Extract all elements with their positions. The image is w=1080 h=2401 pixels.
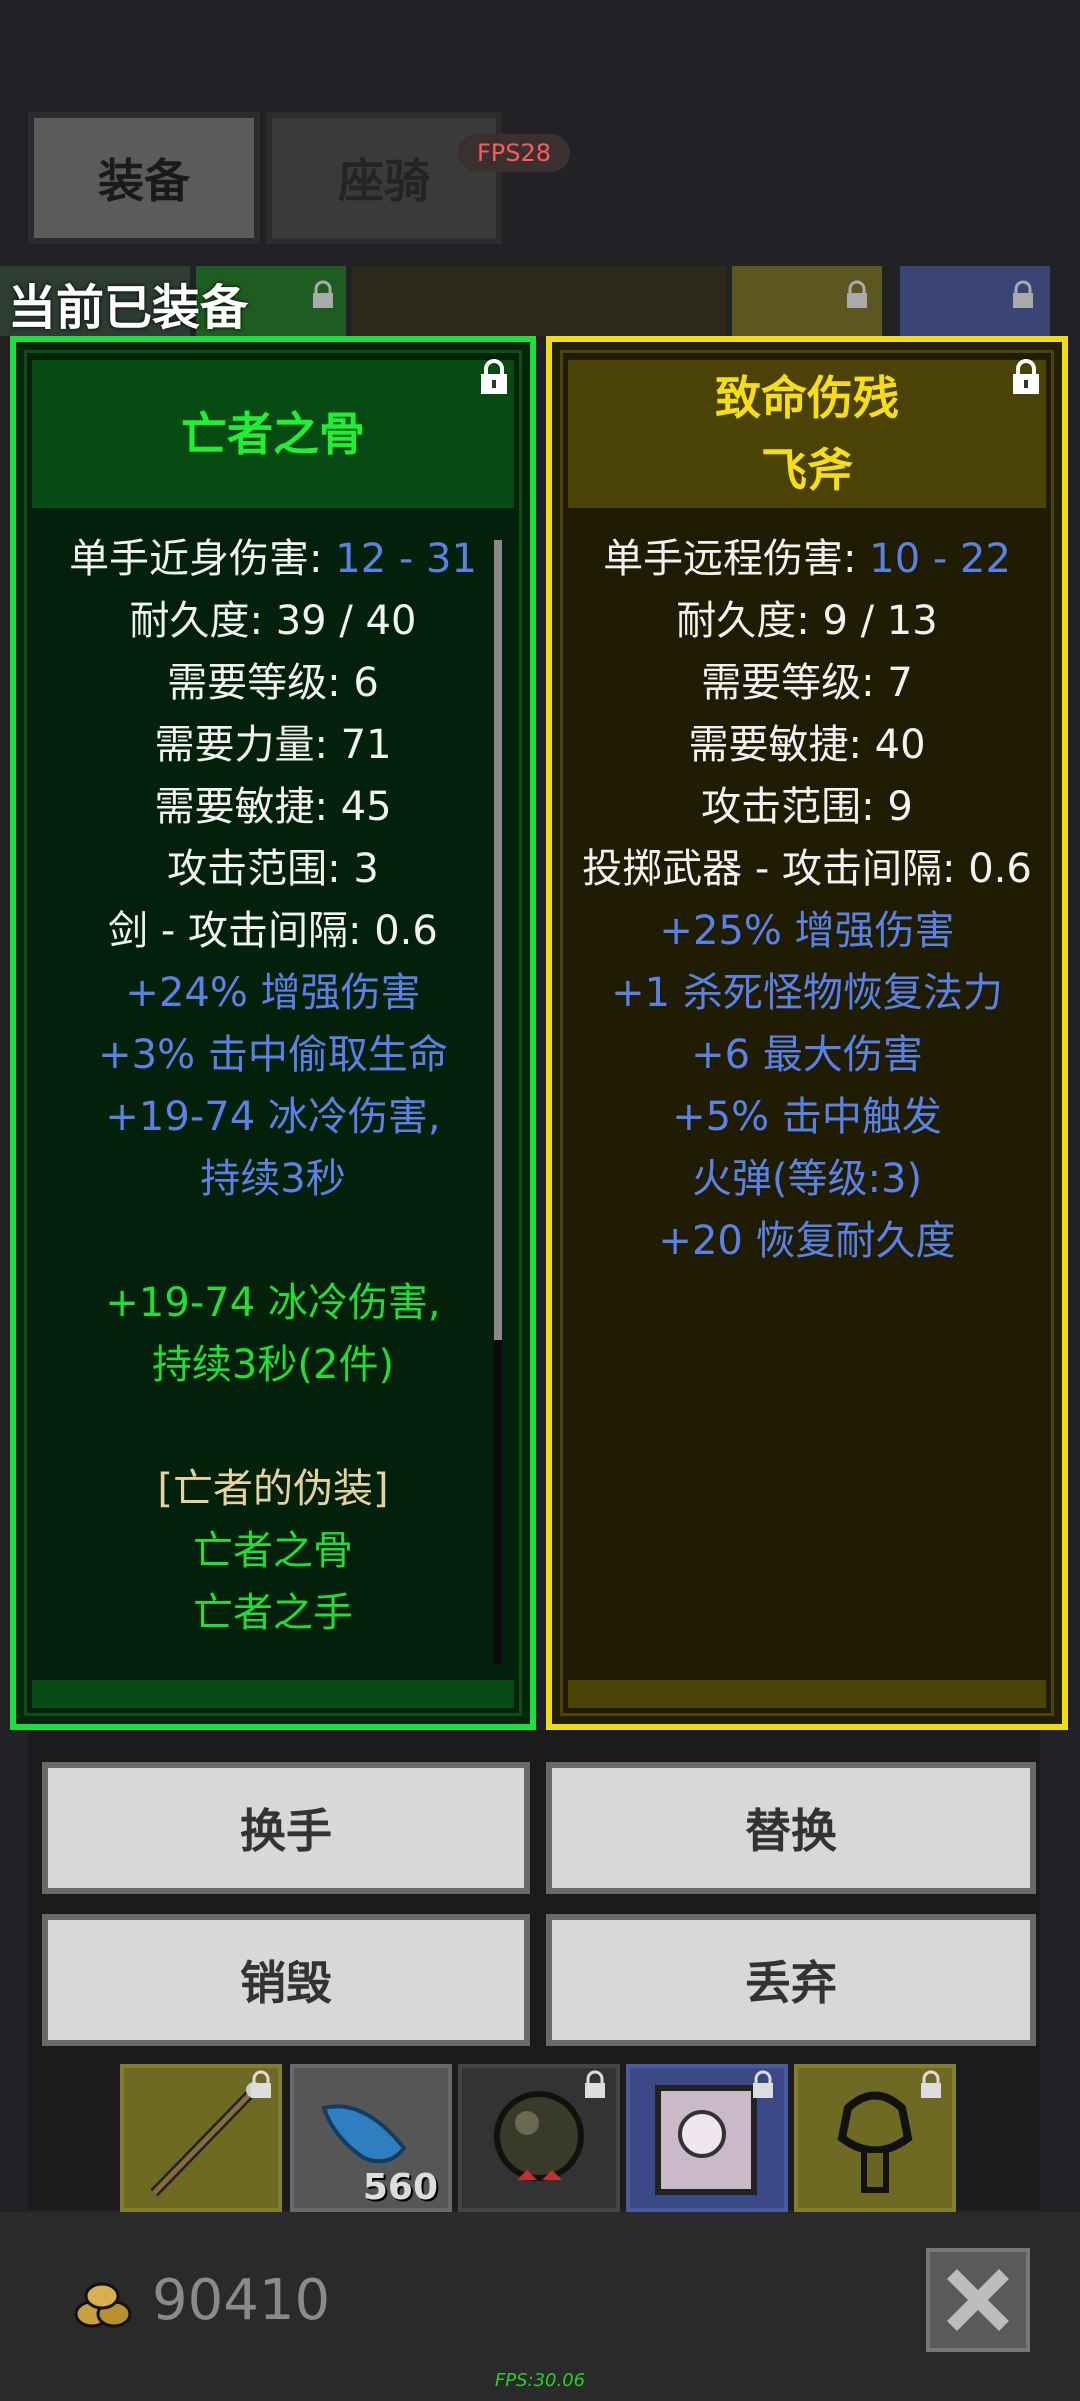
item-stats: 单手近身伤害: 12 - 31 耐久度: 39 / 40 需要等级: 6 需要力量: … bbox=[16, 528, 530, 1644]
stat-text: +24% 增强伤害 bbox=[125, 970, 421, 1016]
inventory-slot[interactable]: 560 bbox=[290, 2064, 452, 2212]
stat-text: +1 杀死怪物恢复法力 bbox=[611, 970, 1003, 1016]
stat-line: 单手近身伤害: 12 - 31 bbox=[16, 528, 530, 590]
destroy-button[interactable]: 销毁 bbox=[42, 1914, 530, 2046]
item-title-box: 致命伤残 飞斧 bbox=[568, 360, 1046, 508]
stat-line: 耐久度: 39 / 40 bbox=[16, 590, 530, 652]
lock-icon bbox=[313, 280, 333, 308]
stat-text: 持续3秒(2件) bbox=[151, 1342, 395, 1388]
stat-text: 攻击范围: 3 bbox=[167, 846, 379, 892]
stat-text: +6 最大伤害 bbox=[691, 1032, 923, 1078]
stat-text: 耐久度: 9 / 13 bbox=[676, 598, 938, 644]
stat-text: 单手远程伤害: bbox=[603, 536, 870, 582]
swap-hand-button[interactable]: 换手 bbox=[42, 1762, 530, 1894]
stat-line: 亡者之手 bbox=[16, 1582, 530, 1644]
fps-badge: FPS28 bbox=[458, 134, 570, 172]
stat-text: +20 恢复耐久度 bbox=[658, 1218, 956, 1264]
stat-line: 单手远程伤害: 10 - 22 bbox=[552, 528, 1062, 590]
discard-button[interactable]: 丢弃 bbox=[546, 1914, 1036, 2046]
lock-icon[interactable] bbox=[478, 358, 510, 396]
lock-icon bbox=[1013, 280, 1033, 308]
stat-text: 需要力量: 71 bbox=[154, 722, 392, 768]
stat-text: 10 - 22 bbox=[869, 536, 1011, 582]
stat-line: +5% 击中触发 bbox=[552, 1086, 1062, 1148]
stat-line: 持续3秒 bbox=[16, 1148, 530, 1210]
stat-line: 需要敏捷: 40 bbox=[552, 714, 1062, 776]
close-icon bbox=[947, 2269, 1009, 2331]
stat-line: +19-74 冰冷伤害, bbox=[16, 1272, 530, 1334]
stat-text: 投掷武器 - 攻击间隔: 0.6 bbox=[582, 846, 1032, 892]
panel-foot bbox=[32, 1680, 514, 1708]
stat-text: 耐久度: 39 / 40 bbox=[129, 598, 417, 644]
stat-text: 12 - 31 bbox=[335, 536, 477, 582]
stat-text: +25% 增强伤害 bbox=[659, 908, 955, 954]
stat-line: 需要力量: 71 bbox=[16, 714, 530, 776]
item-count: 560 bbox=[362, 2167, 438, 2208]
stat-text: +19-74 冰冷伤害, bbox=[105, 1280, 441, 1326]
stat-line: 攻击范围: 3 bbox=[16, 838, 530, 900]
strip-bg-slot bbox=[352, 266, 726, 336]
stat-text: 亡者之骨 bbox=[193, 1528, 353, 1574]
stat-line: 持续3秒(2件) bbox=[16, 1334, 530, 1396]
fps-footer: FPS:30.06 bbox=[494, 2370, 586, 2391]
stat-line: +19-74 冰冷伤害, bbox=[16, 1086, 530, 1148]
stat-line: +6 最大伤害 bbox=[552, 1024, 1062, 1086]
lock-icon bbox=[921, 2070, 941, 2098]
stat-text: 需要等级: 7 bbox=[701, 660, 913, 706]
stat-text: 火弹(等级:3) bbox=[691, 1156, 923, 1202]
stat-line: 攻击范围: 9 bbox=[552, 776, 1062, 838]
gold-amount: 90410 bbox=[152, 2268, 331, 2333]
stat-line: 需要敏捷: 45 bbox=[16, 776, 530, 838]
stat-text: 单手近身伤害: bbox=[69, 536, 336, 582]
stat-line: +3% 击中偷取生命 bbox=[16, 1024, 530, 1086]
close-button[interactable] bbox=[926, 2248, 1030, 2352]
lock-icon bbox=[251, 2070, 271, 2098]
replace-button[interactable]: 替换 bbox=[546, 1762, 1036, 1894]
lock-icon[interactable] bbox=[1010, 358, 1042, 396]
stat-line: [亡者的伪装] bbox=[16, 1458, 530, 1520]
stat-line: 亡者之骨 bbox=[16, 1520, 530, 1582]
stat-line: +24% 增强伤害 bbox=[16, 962, 530, 1024]
stat-text: 攻击范围: 9 bbox=[701, 784, 913, 830]
lock-icon bbox=[847, 280, 867, 308]
tab-mount[interactable]: 座骑 bbox=[266, 112, 502, 244]
stat-text: [亡者的伪装] bbox=[157, 1466, 389, 1512]
item-title-box: 亡者之骨 bbox=[32, 360, 514, 508]
stat-text: 剑 - 攻击间隔: 0.6 bbox=[108, 908, 438, 954]
lock-icon bbox=[585, 2070, 605, 2098]
stat-line: +25% 增强伤害 bbox=[552, 900, 1062, 962]
stat-line: 剑 - 攻击间隔: 0.6 bbox=[16, 900, 530, 962]
stat-text: +5% 击中触发 bbox=[672, 1094, 942, 1140]
stat-gap bbox=[16, 1210, 530, 1272]
stat-gap bbox=[16, 1396, 530, 1458]
stat-text: 亡者之手 bbox=[193, 1590, 353, 1636]
item-title-line: 致命伤残 bbox=[715, 371, 899, 425]
item-title: 亡者之骨 bbox=[181, 407, 365, 461]
stat-line: 耐久度: 9 / 13 bbox=[552, 590, 1062, 652]
stat-text: 需要等级: 6 bbox=[167, 660, 379, 706]
stat-line: 投掷武器 - 攻击间隔: 0.6 bbox=[552, 838, 1062, 900]
lock-icon bbox=[753, 2070, 773, 2098]
stat-text: 需要敏捷: 45 bbox=[154, 784, 392, 830]
stat-text: +19-74 冰冷伤害, bbox=[105, 1094, 441, 1140]
item-title-line: 飞斧 bbox=[761, 443, 853, 497]
item-panel-left[interactable]: 亡者之骨 单手近身伤害: 12 - 31 耐久度: 39 / 40 需要等级: 6 需… bbox=[10, 336, 536, 1730]
panel-foot bbox=[568, 1680, 1046, 1708]
stat-line: +20 恢复耐久度 bbox=[552, 1210, 1062, 1272]
stat-line: 需要等级: 7 bbox=[552, 652, 1062, 714]
gold-coins-icon bbox=[74, 2282, 132, 2328]
stat-line: +1 杀死怪物恢复法力 bbox=[552, 962, 1062, 1024]
scrollbar-thumb[interactable] bbox=[494, 540, 502, 1340]
stat-line: 火弹(等级:3) bbox=[552, 1148, 1062, 1210]
stat-text: 持续3秒 bbox=[200, 1156, 346, 1202]
equipped-section-title: 当前已装备 bbox=[8, 280, 249, 336]
stat-text: 需要敏捷: 40 bbox=[688, 722, 926, 768]
item-panel-right[interactable]: 致命伤残 飞斧 单手远程伤害: 10 - 22 耐久度: 9 / 13 需要等级: … bbox=[546, 336, 1068, 1730]
stat-line: 需要等级: 6 bbox=[16, 652, 530, 714]
item-stats: 单手远程伤害: 10 - 22 耐久度: 9 / 13 需要等级: 7 需要敏捷: 4… bbox=[552, 528, 1062, 1272]
stat-text: +3% 击中偷取生命 bbox=[98, 1032, 448, 1078]
tab-equipment[interactable]: 装备 bbox=[28, 112, 260, 244]
